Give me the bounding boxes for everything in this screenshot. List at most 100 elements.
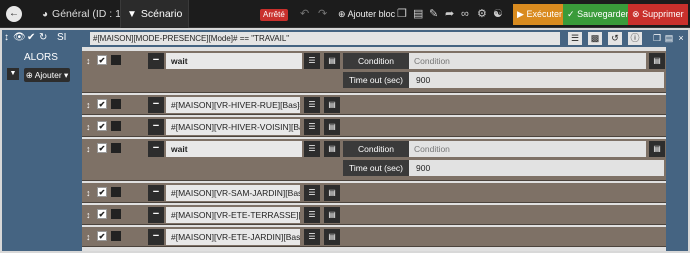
- options-toggle[interactable]: [111, 121, 121, 131]
- gamepad-icon[interactable]: ☯: [493, 7, 503, 21]
- list-icon[interactable]: ☰: [304, 97, 320, 113]
- move-vertical-icon[interactable]: ↕: [86, 232, 91, 242]
- options-toggle[interactable]: [111, 209, 121, 219]
- enable-checkbox[interactable]: ✔: [97, 187, 107, 197]
- move-vertical-icon[interactable]: ↕: [86, 210, 91, 220]
- enable-checkbox[interactable]: ✔: [97, 143, 107, 153]
- undo-icon[interactable]: ↶: [300, 7, 309, 21]
- condition-label: Condition: [343, 141, 409, 157]
- list-icon[interactable]: ☰: [304, 229, 320, 245]
- document-icon[interactable]: ▤: [324, 185, 340, 201]
- condition-input[interactable]: Condition: [409, 141, 646, 157]
- delete-label: Supprimer: [642, 9, 684, 19]
- share-icon[interactable]: ➦: [445, 7, 454, 21]
- move-vertical-icon[interactable]: ↕: [86, 56, 91, 66]
- options-toggle[interactable]: [111, 143, 121, 153]
- list-icon[interactable]: ☰: [304, 207, 320, 223]
- document-icon[interactable]: ▤: [324, 207, 340, 223]
- enable-checkbox[interactable]: ✔: [97, 121, 107, 131]
- action-block: ↕ ✔ − #[MAISON][VR-SAM-JARDIN][Bas]# ☰ ▤: [82, 183, 666, 203]
- enable-checkbox[interactable]: ✔: [97, 231, 107, 241]
- edit-icon[interactable]: ✎: [429, 7, 438, 21]
- save-label: Sauvegarder: [577, 9, 629, 19]
- remove-button[interactable]: −: [148, 53, 164, 69]
- list-icon[interactable]: ☰: [568, 32, 582, 45]
- document-icon[interactable]: ▤: [649, 53, 665, 69]
- top-bar: ← ◕ Général (ID : 1) ▼ Scénario Arrêté ↶ ↷…: [0, 0, 690, 28]
- plus-circle-icon: ⊕: [25, 70, 33, 80]
- action-block: ↕ ✔ − #[MAISON][VR-HIVER-VOISIN][Bas] ☰ …: [82, 117, 666, 137]
- action-command-field[interactable]: wait: [166, 141, 302, 157]
- history-icon[interactable]: ↺: [608, 32, 622, 45]
- link-icon[interactable]: ∞: [461, 7, 469, 21]
- remove-button[interactable]: −: [148, 207, 164, 223]
- condition-input[interactable]: Condition: [409, 53, 646, 69]
- save-button[interactable]: ✓ Sauvegarder: [563, 4, 629, 25]
- action-command-field[interactable]: #[MAISON][VR-ETE-TERRASSE][Ba: [166, 207, 300, 223]
- back-arrow-icon[interactable]: ←: [6, 6, 22, 22]
- action-command-field[interactable]: wait: [166, 53, 302, 69]
- move-vertical-icon[interactable]: ↕: [4, 30, 9, 46]
- add-block-label: Ajouter bloc: [347, 9, 396, 19]
- action-block: ↕ ✔ − #[MAISON][VR-ETE-TERRASSE][Ba ☰ ▤: [82, 205, 666, 225]
- tab-scenario[interactable]: ▼ Scénario: [120, 0, 190, 28]
- options-toggle[interactable]: [111, 55, 121, 65]
- alors-label: ALORS: [24, 52, 58, 63]
- refresh-icon[interactable]: ↻: [39, 30, 47, 46]
- puzzle-icon[interactable]: ▩: [588, 32, 602, 45]
- delete-button[interactable]: ⊗ Supprimer: [628, 4, 688, 25]
- si-block-panel: ↕ 👁 ✔ ↻ SI ALORS ▼ ⊕ Ajouter ▾: [2, 30, 82, 251]
- document-icon[interactable]: ▤: [324, 141, 340, 157]
- copy-icon[interactable]: ❐: [397, 7, 407, 21]
- list-icon[interactable]: ☰: [304, 119, 320, 135]
- document-icon[interactable]: ▤: [324, 119, 340, 135]
- remove-button[interactable]: −: [148, 97, 164, 113]
- tab-scenario-label: Scénario: [140, 8, 183, 20]
- si-label: SI: [57, 32, 67, 43]
- document-icon[interactable]: ▤: [649, 141, 665, 157]
- info-icon[interactable]: ⓘ: [628, 32, 642, 45]
- list-icon[interactable]: ☰: [304, 141, 320, 157]
- list-icon[interactable]: ☰: [304, 53, 320, 69]
- timeout-label: Time out (sec): [343, 160, 409, 176]
- close-icon[interactable]: ×: [674, 32, 688, 45]
- eye-icon[interactable]: 👁: [13, 30, 26, 46]
- remove-button[interactable]: −: [148, 229, 164, 245]
- redo-icon[interactable]: ↷: [318, 7, 327, 21]
- add-action-button[interactable]: ⊕ Ajouter ▾: [24, 68, 70, 82]
- action-command-field[interactable]: #[MAISON][VR-SAM-JARDIN][Bas]#: [166, 185, 300, 201]
- options-toggle[interactable]: [111, 99, 121, 109]
- list-icon[interactable]: ☰: [304, 185, 320, 201]
- move-vertical-icon[interactable]: ↕: [86, 144, 91, 154]
- remove-button[interactable]: −: [148, 119, 164, 135]
- move-vertical-icon[interactable]: ↕: [86, 100, 91, 110]
- execute-label: Exécuter: [526, 9, 562, 19]
- timeout-input[interactable]: 900: [409, 160, 664, 176]
- action-command-field[interactable]: #[MAISON][VR-HIVER-VOISIN][Bas]: [166, 119, 300, 135]
- action-command-field[interactable]: #[MAISON][VR-ETE-JARDIN][Bas]#: [166, 229, 300, 245]
- enable-checkbox[interactable]: ✔: [97, 209, 107, 219]
- options-toggle[interactable]: [111, 187, 121, 197]
- remove-button[interactable]: −: [148, 185, 164, 201]
- paste-icon[interactable]: ▤: [413, 7, 423, 21]
- action-block: ↕ ✔ − #[MAISON][VR-ETE-JARDIN][Bas]# ☰ ▤: [82, 227, 666, 247]
- document-icon[interactable]: ▤: [324, 97, 340, 113]
- chevron-down-icon[interactable]: ▼: [7, 68, 19, 80]
- options-toggle[interactable]: [111, 231, 121, 241]
- check-icon[interactable]: ✔: [27, 30, 35, 46]
- remove-button[interactable]: −: [148, 141, 164, 157]
- document-icon[interactable]: ▤: [324, 229, 340, 245]
- execute-button[interactable]: ▶ Exécuter: [513, 4, 563, 25]
- add-block-button[interactable]: ⊕ Ajouter bloc: [338, 7, 395, 21]
- condition-expression-input[interactable]: #[MAISON][MODE-PRESENCE][Mode]# == "TRAV…: [90, 32, 560, 45]
- move-vertical-icon[interactable]: ↕: [86, 188, 91, 198]
- tab-general[interactable]: ◕ Général (ID : 1): [36, 0, 130, 28]
- move-vertical-icon[interactable]: ↕: [86, 122, 91, 132]
- plus-circle-icon: ⊕: [338, 9, 346, 19]
- timeout-input[interactable]: 900: [409, 72, 664, 88]
- cog-icon[interactable]: ⚙: [477, 7, 487, 21]
- document-icon[interactable]: ▤: [324, 53, 340, 69]
- action-command-field[interactable]: #[MAISON][VR-HIVER-RUE][Bas]#: [166, 97, 300, 113]
- enable-checkbox[interactable]: ✔: [97, 55, 107, 65]
- enable-checkbox[interactable]: ✔: [97, 99, 107, 109]
